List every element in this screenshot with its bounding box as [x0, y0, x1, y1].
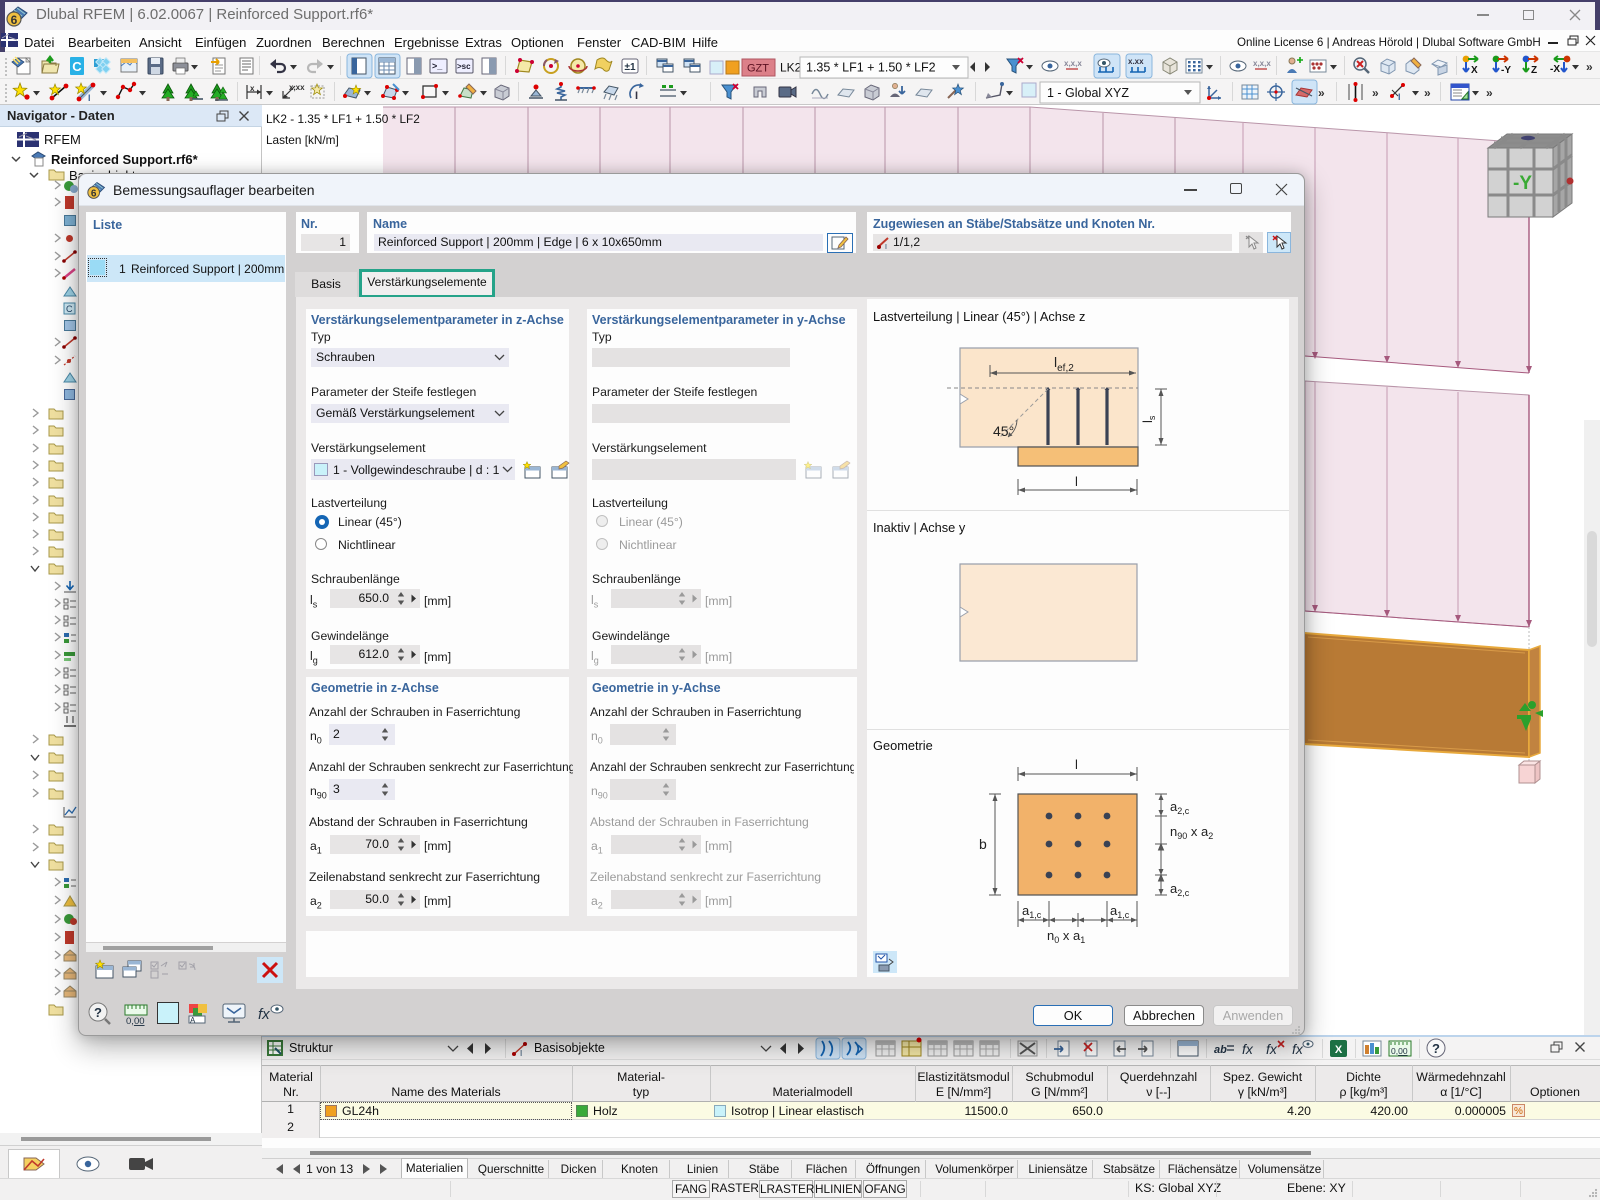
svg-text:0,00: 0,00 — [126, 1016, 145, 1027]
svg-text:l: l — [1075, 757, 1078, 772]
svg-text:x: x — [250, 84, 255, 93]
svg-text:C: C — [72, 59, 82, 74]
svg-text:X: X — [1471, 65, 1478, 76]
svg-text:a2,c: a2,c — [1170, 881, 1190, 898]
svg-text:»: » — [1318, 86, 1325, 100]
svg-text:n90 x a2: n90 x a2 — [1170, 824, 1213, 841]
svg-text:±1: ±1 — [624, 62, 635, 73]
svg-text:»: » — [1424, 86, 1431, 100]
svg-text:n0 x a1: n0 x a1 — [1047, 928, 1085, 945]
svg-text:x.xx: x.xx — [1128, 57, 1144, 66]
svg-text:1.35 * LF1 + 1.50 * LF2: 1.35 * LF1 + 1.50 * LF2 — [806, 61, 936, 75]
svg-text:A: A — [190, 1016, 196, 1025]
svg-text:-Y: -Y — [1501, 65, 1511, 76]
svg-text:fx: fx — [258, 1006, 270, 1023]
svg-text:»: » — [1372, 86, 1379, 100]
svg-text:a2,c: a2,c — [1170, 799, 1190, 816]
svg-text:6: 6 — [91, 189, 97, 200]
svg-text:»: » — [1486, 86, 1493, 100]
svg-text:-Y: -Y — [1513, 173, 1532, 194]
svg-text:ab: ab — [1214, 1044, 1227, 1056]
svg-text:ls: ls — [1140, 415, 1157, 423]
svg-text:fx: fx — [1242, 1041, 1254, 1057]
svg-text:0,00: 0,00 — [1391, 1046, 1408, 1056]
svg-text:b: b — [979, 836, 987, 852]
svg-text:a1,c: a1,c — [1022, 903, 1042, 920]
svg-text:Z: Z — [1531, 65, 1537, 76]
svg-text:C: C — [66, 304, 73, 314]
svg-text:45°: 45° — [993, 423, 1014, 439]
svg-text:»: » — [1586, 60, 1593, 74]
svg-text:I: I — [88, 93, 91, 103]
svg-text:GZT: GZT — [747, 63, 769, 75]
svg-text:x,x,x: x,x,x — [1064, 59, 1082, 68]
svg-text:I: I — [1398, 92, 1401, 102]
svg-text:?: ? — [94, 1005, 102, 1020]
svg-text:X: X — [1335, 1044, 1343, 1056]
svg-text:-X: -X — [1550, 64, 1560, 75]
svg-text:I: I — [520, 1049, 522, 1057]
svg-text:fx: fx — [1266, 1041, 1278, 1057]
svg-text:6: 6 — [11, 13, 18, 27]
svg-text:x,x,x: x,x,x — [1253, 59, 1271, 68]
svg-text:>_: >_ — [432, 61, 443, 71]
svg-text:fx: fx — [1292, 1041, 1304, 1057]
svg-text:LK2: LK2 — [780, 61, 802, 75]
svg-text:I: I — [885, 244, 887, 250]
svg-text:1 - Global XYZ: 1 - Global XYZ — [1047, 86, 1129, 100]
svg-text:x,xx: x,xx — [289, 83, 305, 92]
svg-text:a1,c: a1,c — [1110, 903, 1130, 920]
svg-text:l: l — [1075, 474, 1078, 489]
svg-text:I: I — [635, 90, 638, 102]
svg-text:?: ? — [1432, 1041, 1440, 1056]
svg-text:>sc: >sc — [457, 62, 471, 71]
